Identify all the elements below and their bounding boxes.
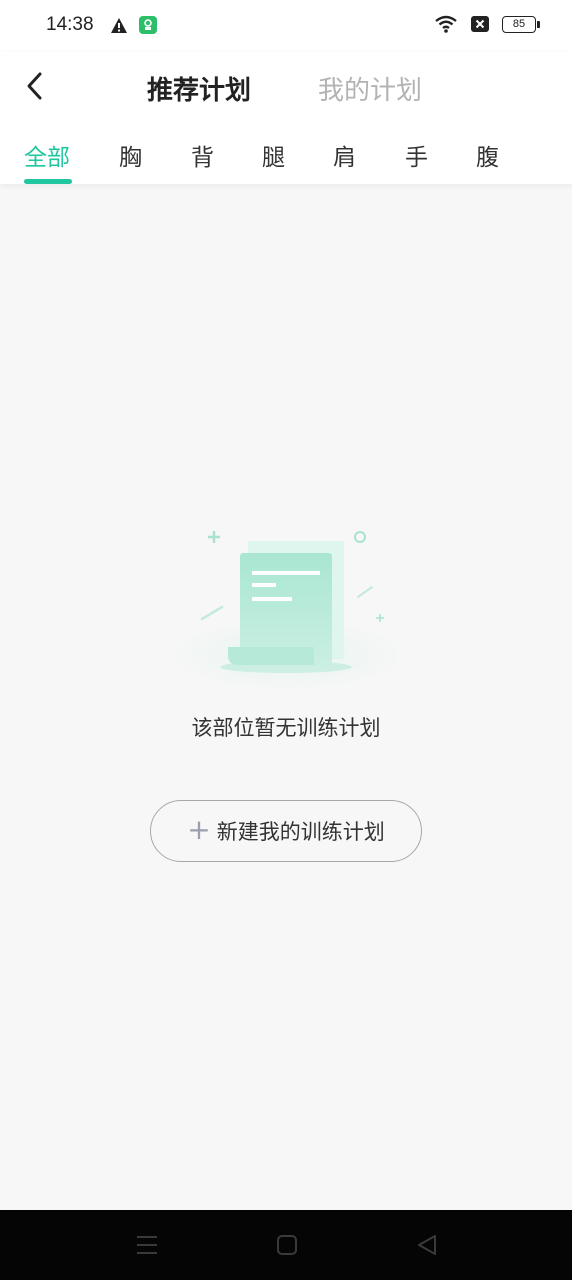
menu-icon[interactable] bbox=[133, 1232, 161, 1258]
category-tab-legs[interactable]: 腿 bbox=[262, 138, 285, 172]
chevron-left-icon bbox=[27, 72, 42, 100]
status-bar: 14:38 85 bbox=[0, 0, 572, 52]
header: 推荐计划 我的计划 全部 胸 背 腿 肩 手 腹 bbox=[0, 52, 572, 184]
battery-indicator: 85 bbox=[502, 15, 540, 33]
create-plan-button-label: 新建我的训练计划 bbox=[216, 820, 385, 844]
status-time: 14:38 bbox=[46, 14, 94, 35]
back-triangle-icon[interactable] bbox=[413, 1232, 441, 1258]
wifi-icon bbox=[435, 15, 457, 33]
category-tab-arms[interactable]: 手 bbox=[405, 138, 428, 172]
category-tab-chest[interactable]: 胸 bbox=[119, 138, 142, 172]
home-icon[interactable] bbox=[273, 1232, 301, 1258]
status-system-icons: 85 bbox=[434, 14, 540, 34]
status-notification-icons bbox=[110, 15, 158, 35]
category-tab-all[interactable]: 全部 bbox=[24, 138, 70, 172]
no-sim-icon bbox=[471, 16, 489, 32]
plus-icon: + bbox=[187, 812, 211, 846]
empty-plan-illustration bbox=[165, 531, 409, 693]
empty-state-message: 该部位暂无训练计划 bbox=[191, 716, 381, 740]
warning-icon bbox=[111, 17, 127, 33]
category-tab-abs[interactable]: 腹 bbox=[476, 138, 499, 172]
app-notification-icon bbox=[139, 16, 157, 34]
create-plan-button[interactable]: + 新建我的训练计划 bbox=[150, 800, 422, 862]
category-tabs: 全部 胸 背 腿 肩 手 腹 bbox=[0, 136, 572, 184]
tab-my-plans[interactable]: 我的计划 bbox=[318, 70, 422, 107]
system-navigation-bar bbox=[0, 1210, 572, 1280]
back-button[interactable] bbox=[18, 68, 54, 104]
tab-recommended-plans[interactable]: 推荐计划 bbox=[147, 70, 251, 107]
category-tab-back[interactable]: 背 bbox=[191, 138, 214, 172]
active-tab-indicator bbox=[24, 179, 72, 184]
category-tab-shoulders[interactable]: 肩 bbox=[333, 138, 356, 172]
